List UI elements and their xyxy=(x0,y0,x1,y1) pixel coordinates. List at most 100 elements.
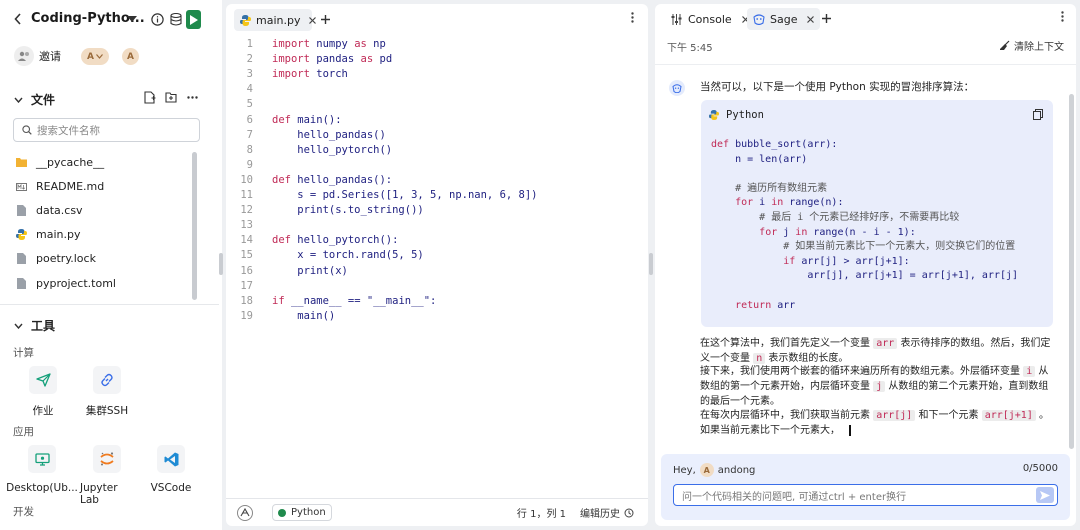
file-list-scrollbar[interactable] xyxy=(192,152,197,300)
status-dot xyxy=(278,508,286,517)
chat-input[interactable]: 问一个代码相关的问题吧, 可通过ctrl + enter换行 xyxy=(673,484,1058,506)
kebab-menu-icon[interactable] xyxy=(631,12,634,23)
chevron-down-icon[interactable] xyxy=(127,16,137,22)
code-line[interactable]: 11 s = pd.Series([1, 3, 5, np.nan, 6, 8]… xyxy=(226,188,648,203)
vscode-icon xyxy=(157,445,185,473)
file-item-main-py[interactable]: main.py xyxy=(16,228,80,241)
run-button[interactable] xyxy=(186,10,201,29)
back-icon[interactable] xyxy=(14,13,22,25)
editor-resize-handle[interactable] xyxy=(649,253,653,275)
app-jupyter[interactable]: Jupyter Lab xyxy=(80,445,134,506)
add-tab-icon[interactable] xyxy=(321,15,330,24)
tools-section-toggle[interactable]: 工具 xyxy=(14,317,55,334)
inline-code: arr[j] xyxy=(873,410,916,421)
tool-label: Jupyter Lab xyxy=(80,482,118,506)
file-item-pycache[interactable]: __pycache__ xyxy=(16,156,104,169)
code-line[interactable]: 5 xyxy=(226,97,648,112)
clear-context-button[interactable]: 清除上下文 xyxy=(999,38,1064,53)
code-line[interactable]: 15 x = torch.rand(5, 5) xyxy=(226,248,648,263)
greeting: Hey, A andong xyxy=(673,463,755,477)
more-icon[interactable] xyxy=(187,96,198,99)
code-line[interactable]: 19 main() xyxy=(226,309,648,324)
code-line[interactable]: 1 import numpy as np xyxy=(226,37,648,52)
code-line[interactable]: 10 def hello_pandas(): xyxy=(226,173,648,188)
ai-assist-icon[interactable] xyxy=(237,504,253,521)
close-icon[interactable] xyxy=(807,15,815,23)
tab-sage[interactable]: Sage xyxy=(747,8,821,30)
text: 和下一个元素 xyxy=(918,410,979,421)
database-icon[interactable] xyxy=(170,13,182,26)
line-text: import pandas as pd xyxy=(272,53,393,66)
markdown-icon xyxy=(16,181,27,192)
line-text: hello_pytorch() xyxy=(272,143,393,156)
close-icon[interactable] xyxy=(309,16,317,24)
chat-scrollbar[interactable] xyxy=(1069,94,1074,449)
broom-icon xyxy=(999,40,1010,51)
tab-console[interactable]: Console xyxy=(665,8,755,30)
copy-icon[interactable] xyxy=(1033,109,1043,120)
sliders-icon xyxy=(671,13,682,25)
file-search-input[interactable]: 搜索文件名称 xyxy=(13,118,200,142)
history-label[interactable]: 编辑历史 xyxy=(580,505,620,520)
code-line[interactable]: 17 xyxy=(226,279,648,294)
language-label: Python xyxy=(291,507,326,518)
code-line[interactable]: 2 import pandas as pd xyxy=(226,52,648,67)
history-icon[interactable] xyxy=(624,508,634,518)
info-icon[interactable] xyxy=(151,13,164,26)
code-line[interactable]: 9 xyxy=(226,158,648,173)
kebab-menu-icon[interactable] xyxy=(1061,11,1064,22)
file-item-pyproject[interactable]: pyproject.toml xyxy=(16,277,116,290)
code-line[interactable]: 16 print(x) xyxy=(226,264,648,279)
user-avatar-dropdown[interactable]: A xyxy=(81,48,109,65)
app-desktop[interactable]: Desktop(Ub... xyxy=(6,445,78,494)
assistant-panel: Console Sage 下午 5:45 清除上下文 当然可以，以下是一个使用 … xyxy=(655,4,1076,526)
desktop-icon xyxy=(28,445,56,473)
invite-button[interactable]: 邀请 xyxy=(14,46,61,66)
tool-job[interactable]: 作业 xyxy=(26,366,60,418)
send-button[interactable] xyxy=(1036,487,1054,503)
tab-main-py[interactable]: main.py xyxy=(234,9,317,31)
code-line[interactable]: 14 def hello_pytorch(): xyxy=(226,233,648,248)
line-text: import numpy as np xyxy=(272,38,386,50)
new-folder-icon[interactable] xyxy=(165,92,177,103)
avatar[interactable]: A xyxy=(122,48,139,65)
code-line[interactable]: 18 if __name__ == "__main__": xyxy=(226,294,648,309)
language-selector[interactable]: Python xyxy=(272,504,332,521)
sidebar-resize-handle[interactable] xyxy=(219,253,223,275)
file-item-poetry-lock[interactable]: poetry.lock xyxy=(16,252,96,265)
python-icon xyxy=(16,229,27,240)
file-item-readme[interactable]: README.md xyxy=(16,180,104,193)
link-icon xyxy=(93,366,121,394)
code-area[interactable]: 1 import numpy as np 2 import pandas as pd 3… xyxy=(226,37,648,337)
code-line[interactable]: 12 print(s.to_string()) xyxy=(226,203,648,218)
code-line[interactable]: 8 hello_pytorch() xyxy=(226,143,648,158)
line-text: print(s.to_string()) xyxy=(272,204,424,217)
dev-label: 开发 xyxy=(13,506,34,518)
code-block: Python def bubble_sort(arr): n = len(arr… xyxy=(701,100,1053,327)
files-section-toggle[interactable]: 文件 xyxy=(14,91,55,108)
avatar-letter: A xyxy=(87,51,94,62)
code-line[interactable]: 6 def main(): xyxy=(226,113,648,128)
tools-header: 工具 xyxy=(31,319,56,333)
file-item-data-csv[interactable]: data.csv xyxy=(16,204,83,217)
file-name: __pycache__ xyxy=(36,156,105,169)
text: 在每次内层循环中，我们获取当前元素 xyxy=(700,410,870,421)
divider xyxy=(0,304,219,305)
new-file-icon[interactable] xyxy=(144,91,156,104)
folder-icon xyxy=(16,157,27,168)
code-line[interactable]: 4 xyxy=(226,82,648,97)
file-icon xyxy=(16,205,27,216)
tool-cluster-ssh[interactable]: 集群SSH xyxy=(85,366,129,418)
explanation-paragraph-2: 接下来，我们使用两个嵌套的循环来遍历所有的数组元素。外层循环变量 i 从数组的第… xyxy=(700,364,1055,409)
add-tab-icon[interactable] xyxy=(822,14,831,23)
code-line[interactable]: 13 xyxy=(226,218,648,233)
python-icon xyxy=(240,14,251,26)
line-text: def hello_pandas(): xyxy=(272,173,393,186)
code-line[interactable]: 3 import torch xyxy=(226,67,648,82)
code-editor: main.py 1 import numpy as np 2 import panda… xyxy=(226,4,648,526)
text: 表示数组的长度。 xyxy=(768,353,849,364)
app-vscode[interactable]: VSCode xyxy=(150,445,192,494)
code-line[interactable]: 7 hello_pandas() xyxy=(226,128,648,143)
code-line: for j in range(n - i - 1): xyxy=(759,226,916,238)
code-line: for i in range(n): xyxy=(735,197,844,209)
